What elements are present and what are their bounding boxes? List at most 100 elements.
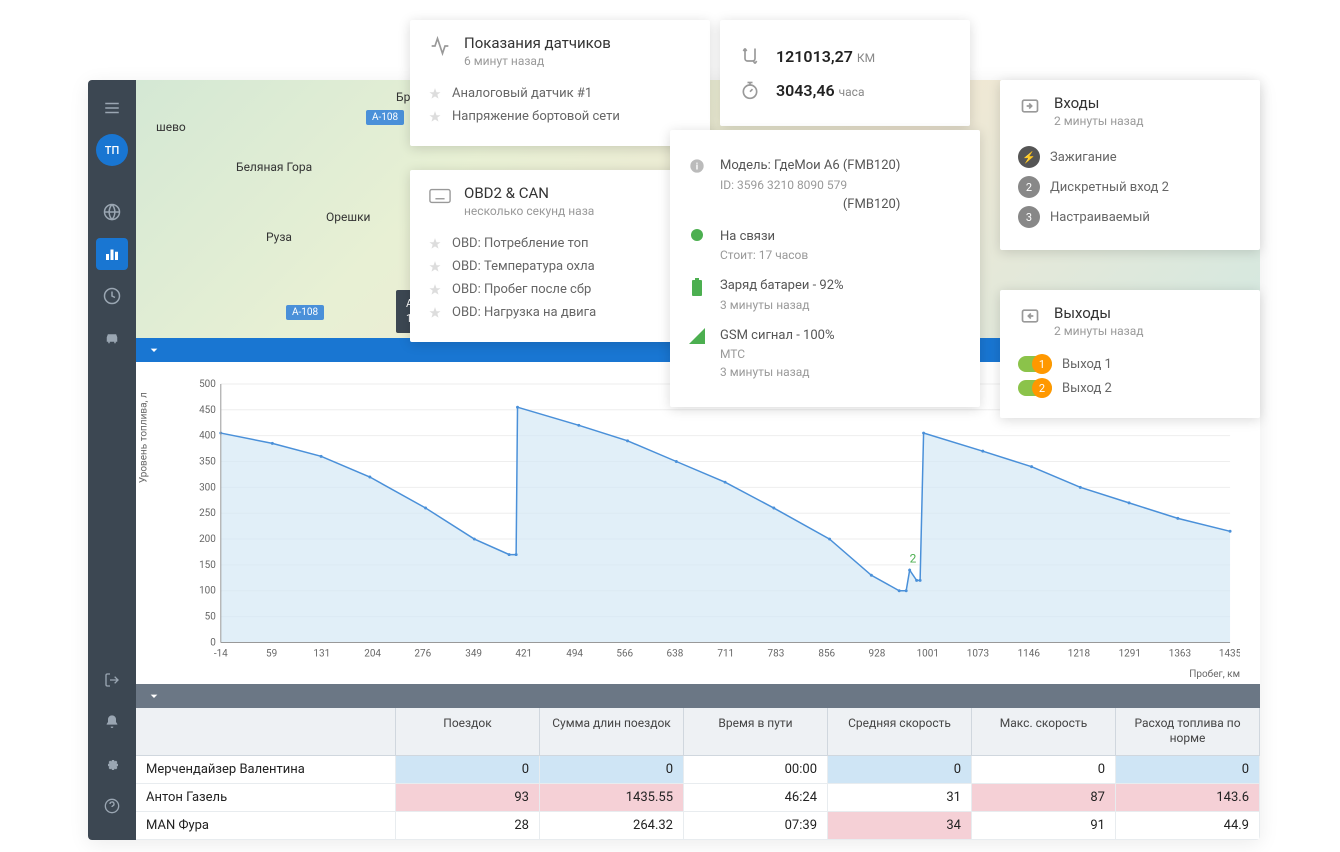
svg-text:1001: 1001 <box>917 648 939 659</box>
column-header[interactable]: Макс. скорость <box>972 708 1116 755</box>
output-item[interactable]: 1Выход 1 <box>1018 356 1242 372</box>
menu-icon[interactable] <box>96 92 128 124</box>
table-header: ПоездокСумма длин поездокВремя в путиСре… <box>136 708 1260 756</box>
hours-value: 3043,46 <box>776 81 835 100</box>
odometer-value: 121013,27 <box>776 47 853 66</box>
table-cell: 0 <box>396 756 540 783</box>
star-icon <box>428 110 442 124</box>
output-item[interactable]: 2Выход 2 <box>1018 380 1242 396</box>
svg-text:-14: -14 <box>214 648 228 659</box>
svg-text:494: 494 <box>566 648 583 659</box>
svg-text:1146: 1146 <box>1018 648 1041 659</box>
svg-text:131: 131 <box>313 648 330 659</box>
table-cell: 0 <box>828 756 972 783</box>
star-icon <box>428 87 442 101</box>
row-name: Мерчендайзер Валентина <box>136 756 396 783</box>
signal-icon <box>688 328 706 344</box>
svg-text:150: 150 <box>199 560 216 571</box>
svg-text:300: 300 <box>199 482 216 493</box>
table-cell: 00:00 <box>684 756 828 783</box>
card-title: OBD2 & CAN <box>464 184 594 202</box>
toggle-switch[interactable]: 1 <box>1018 356 1052 372</box>
road-badge: А-108 <box>286 305 324 320</box>
obd-item[interactable]: OBD: Температура охла <box>428 259 692 274</box>
input-item[interactable]: 2Дискретный вход 2 <box>1018 176 1242 198</box>
obd-item[interactable]: OBD: Потребление топ <box>428 236 692 251</box>
gear-icon[interactable] <box>96 748 128 780</box>
svg-text:2: 2 <box>910 551 917 565</box>
input-item[interactable]: ⚡Зажигание <box>1018 146 1242 168</box>
chart-xlabel: Пробег, км <box>1189 669 1240 680</box>
table-cell: 87 <box>972 784 1116 811</box>
bell-icon[interactable] <box>96 706 128 738</box>
column-header[interactable]: Расход топлива по норме <box>1116 708 1260 755</box>
svg-text:450: 450 <box>199 404 216 415</box>
input-item[interactable]: 3Настраиваемый <box>1018 206 1242 228</box>
input-icon <box>1018 94 1042 118</box>
table-cell: 93 <box>396 784 540 811</box>
help-icon[interactable] <box>96 790 128 822</box>
svg-text:856: 856 <box>818 648 835 659</box>
svg-text:783: 783 <box>768 648 785 659</box>
ignition-icon: ⚡ <box>1018 146 1040 168</box>
column-header[interactable]: Время в пути <box>684 708 828 755</box>
card-subtitle: несколько секунд наза <box>464 204 594 218</box>
table-cell: 0 <box>1116 756 1260 783</box>
route-icon <box>738 44 762 68</box>
info-icon: i <box>688 158 706 174</box>
star-icon <box>428 237 442 251</box>
input-number-icon: 2 <box>1018 176 1040 198</box>
table-cell: 0 <box>972 756 1116 783</box>
card-title: Показания датчиков <box>464 34 611 52</box>
svg-text:204: 204 <box>364 648 381 659</box>
chart-icon[interactable] <box>96 238 128 270</box>
clock-icon[interactable] <box>96 280 128 312</box>
keyboard-icon <box>428 184 452 208</box>
data-table: ПоездокСумма длин поездокВремя в путиСре… <box>136 708 1260 840</box>
outputs-card: Выходы 2 минуты назад 1Выход 12Выход 2 <box>1000 290 1260 418</box>
exit-icon[interactable] <box>96 664 128 696</box>
sensor-item[interactable]: Аналоговый датчик #1 <box>428 86 692 101</box>
svg-text:250: 250 <box>199 508 216 519</box>
column-header[interactable]: Средняя скорость <box>828 708 972 755</box>
globe-icon[interactable] <box>96 196 128 228</box>
star-icon <box>428 283 442 297</box>
row-name: MAN Фура <box>136 812 396 839</box>
column-header[interactable]: Поездок <box>396 708 540 755</box>
card-subtitle: 2 минуты назад <box>1054 114 1144 128</box>
sidebar: ТП <box>88 80 136 840</box>
table-cell: 28 <box>396 812 540 839</box>
obd-item[interactable]: OBD: Нагрузка на двига <box>428 305 692 320</box>
column-header[interactable]: Сумма длин поездок <box>540 708 684 755</box>
status-dot-icon <box>691 229 703 241</box>
car-icon[interactable] <box>96 322 128 354</box>
map-city: шево <box>156 120 186 134</box>
svg-text:421: 421 <box>515 648 532 659</box>
user-avatar[interactable]: ТП <box>96 134 128 166</box>
column-header[interactable] <box>136 708 396 755</box>
road-badge: А-108 <box>366 110 404 125</box>
sensors-card: Показания датчиков 6 минут назад Аналого… <box>410 20 710 146</box>
input-number-icon: 3 <box>1018 206 1040 228</box>
card-title: Входы <box>1054 94 1144 112</box>
obd-item[interactable]: OBD: Пробег после сбр <box>428 282 692 297</box>
table-row[interactable]: Антон Газель931435.5546:243187143.6 <box>136 784 1260 812</box>
sensor-item[interactable]: Напряжение бортовой сети <box>428 109 692 124</box>
svg-text:500: 500 <box>199 379 216 390</box>
obd-card: OBD2 & CAN несколько секунд наза OBD: По… <box>410 170 710 342</box>
table-row[interactable]: MAN Фура28264.3207:39349144.9 <box>136 812 1260 840</box>
card-title: Выходы <box>1054 304 1144 322</box>
svg-text:100: 100 <box>199 585 216 596</box>
table-row[interactable]: Мерчендайзер Валентина0000:00000 <box>136 756 1260 784</box>
activity-icon <box>428 34 452 58</box>
svg-text:928: 928 <box>869 648 886 659</box>
chevron-down-icon <box>146 688 162 704</box>
svg-text:59: 59 <box>266 648 277 659</box>
table-cell: 143.6 <box>1116 784 1260 811</box>
stopwatch-icon <box>738 78 762 102</box>
collapse-table-toggle[interactable] <box>136 684 1260 708</box>
row-name: Антон Газель <box>136 784 396 811</box>
toggle-switch[interactable]: 2 <box>1018 380 1052 396</box>
svg-text:349: 349 <box>465 648 482 659</box>
svg-text:1435: 1435 <box>1219 648 1240 659</box>
